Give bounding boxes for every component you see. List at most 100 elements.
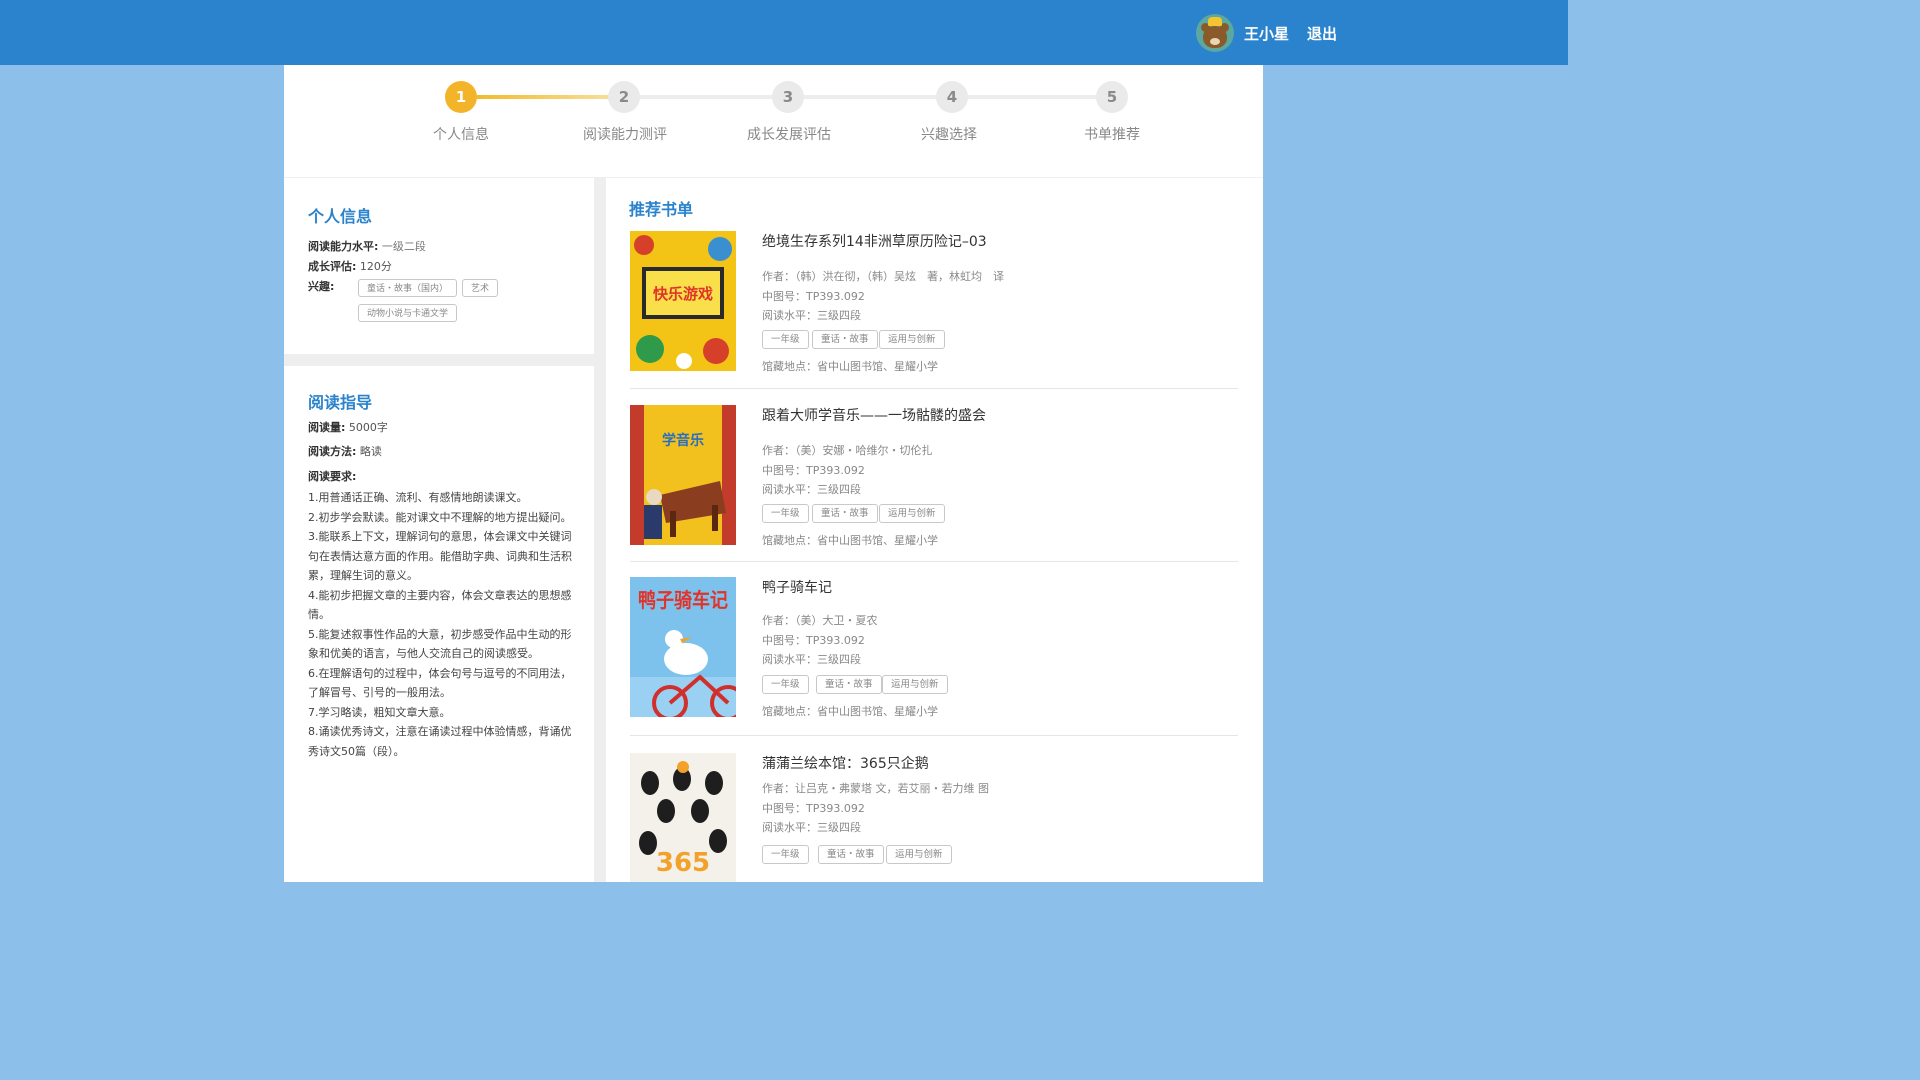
- book-cover-art: 鸭子骑车记: [630, 577, 736, 717]
- requirement-item: 1.用普通话正确、流利、有感情地朗读课文。: [308, 491, 528, 504]
- book-item[interactable]: 鸭子骑车记 鸭子骑车记 作者：（美）大卫・夏农 中图号：TP393.092 阅读…: [630, 577, 1240, 737]
- step-4-label: 兴趣选择: [921, 127, 977, 143]
- reading-requirements-header: 阅读要求:: [308, 468, 356, 484]
- requirement-item: 8.诵读优秀诗文，注意在诵读过程中体验情感，背诵优秀诗文50篇（段）。: [308, 725, 572, 758]
- book-author: 作者：（美）大卫・夏农: [762, 614, 878, 627]
- book-clc: 中图号：TP393.092: [762, 634, 865, 647]
- book-location: 馆藏地点：省中山图书馆、星耀小学: [762, 705, 938, 718]
- book-cover[interactable]: 365: [630, 753, 736, 882]
- book-author: 作者：让吕克・弗蒙塔 文，若艾丽・若力维 图: [762, 782, 989, 795]
- main-card: 1 2 3 4 5 个人信息 阅读能力测评 成长发展评估 兴趣选择 书单推荐 个…: [284, 65, 1263, 882]
- step-1-circle[interactable]: 1: [445, 81, 477, 113]
- book-author: 作者：（韩）洪在彻，（韩）吴炫 著，林虹均 译: [762, 270, 1004, 283]
- reading-requirements-list: 1.用普通话正确、流利、有感情地朗读课文。 2.初步学会默读。能对课文中不理解的…: [308, 488, 572, 761]
- reading-level-label: 阅读能力水平:: [308, 240, 379, 253]
- book-cover-title: 快乐游戏: [653, 285, 713, 303]
- book-level: 阅读水平：三级四段: [762, 483, 861, 496]
- book-clc: 中图号：TP393.092: [762, 802, 865, 815]
- book-clc: 中图号：TP393.092: [762, 290, 865, 303]
- book-location: 馆藏地点：省中山图书馆、星耀小学: [762, 534, 938, 547]
- reading-method-value: 略读: [359, 445, 382, 458]
- book-level: 阅读水平：三级四段: [762, 309, 861, 322]
- requirement-item: 2.初步学会默读。能对课文中不理解的地方提出疑问。: [308, 510, 572, 524]
- book-title[interactable]: 蒲蒲兰绘本馆：365只企鹅: [762, 753, 929, 773]
- reading-amount: 阅读量: 5000字: [308, 419, 388, 435]
- book-separator: [630, 388, 1238, 389]
- book-tag: 一年级: [762, 504, 809, 523]
- step-5-circle[interactable]: 5: [1096, 81, 1128, 113]
- reading-method: 阅读方法: 略读: [308, 443, 382, 459]
- requirement-item: 6.在理解语句的过程中，体会句号与逗号的不同用法，了解冒号、引号的一般用法。: [308, 666, 572, 700]
- step-4-circle[interactable]: 4: [936, 81, 968, 113]
- logout-button[interactable]: 退出: [1307, 23, 1337, 44]
- reading-amount-label: 阅读量:: [308, 421, 346, 434]
- book-author: 作者：（美）安娜・哈维尔・切伦扎: [762, 444, 933, 457]
- profile-title: 个人信息: [308, 207, 373, 226]
- interest-tag: 艺术: [462, 279, 499, 297]
- book-tag: 童话・故事: [816, 675, 882, 694]
- interest-tag: 童话・故事（国内）: [358, 279, 458, 297]
- book-cover[interactable]: 快乐游戏: [630, 231, 736, 371]
- book-cover-title: 365: [656, 848, 710, 878]
- reading-level: 阅读能力水平: 一级二段: [308, 238, 426, 254]
- header-divider: [284, 177, 1263, 178]
- book-level: 阅读水平：三级四段: [762, 821, 861, 834]
- book-cover-art: 365: [630, 753, 736, 882]
- user-menu: 王小星 退出: [1196, 13, 1337, 53]
- requirement-item: 4.能初步把握文章的主要内容，体会文章表达的思想感情。: [308, 588, 572, 622]
- interest-label: 兴趣:: [308, 280, 335, 293]
- avatar[interactable]: [1196, 14, 1234, 52]
- step-5-label: 书单推荐: [1084, 127, 1140, 143]
- book-tag: 一年级: [762, 845, 809, 864]
- book-title[interactable]: 鸭子骑车记: [762, 577, 832, 597]
- step-3-circle[interactable]: 3: [772, 81, 804, 113]
- column-divider: [594, 178, 606, 882]
- step-2-circle[interactable]: 2: [608, 81, 640, 113]
- book-tag: 一年级: [762, 330, 809, 349]
- progress-stepper: 1 2 3 4 5 个人信息 阅读能力测评 成长发展评估 兴趣选择 书单推荐: [284, 65, 1263, 177]
- panel-gap: [284, 354, 594, 366]
- reading-requirements-label: 阅读要求:: [308, 470, 357, 483]
- step-2-label: 阅读能力测评: [583, 127, 667, 143]
- growth-score: 成长评估: 120分: [308, 258, 392, 274]
- book-item[interactable]: 学音乐 跟着大师学音乐——一场骷髅的盛会 作者：（美）安娜・哈维尔・切伦扎 中图…: [630, 405, 1240, 565]
- book-level: 阅读水平：三级四段: [762, 653, 861, 666]
- requirement-item: 3.能联系上下文，理解词句的意思，体会课文中关键词句在表情达意方面的作用。能借助…: [308, 530, 572, 582]
- book-separator: [630, 735, 1238, 736]
- guide-title: 阅读指导: [308, 393, 373, 412]
- user-name[interactable]: 王小星: [1244, 23, 1289, 44]
- book-tag: 运用与创新: [879, 504, 945, 523]
- step-3-label: 成长发展评估: [747, 127, 831, 143]
- book-tag: 一年级: [762, 675, 809, 694]
- book-item[interactable]: 快乐游戏 绝境生存系列14非洲草原历险记–03 作者：（韩）洪在彻，（韩）吴炫 …: [630, 231, 1240, 391]
- book-tag: 童话・故事: [812, 504, 878, 523]
- book-tag: 童话・故事: [818, 845, 884, 864]
- book-clc: 中图号：TP393.092: [762, 464, 865, 477]
- book-list-title: 推荐书单: [629, 200, 694, 219]
- requirement-item: 5.能复述叙事性作品的大意，初步感受作品中生动的形象和优美的语言，与他人交流自己…: [308, 627, 572, 661]
- top-bar: 王小星 退出: [0, 0, 1568, 65]
- growth-score-label: 成长评估:: [308, 260, 357, 273]
- step-connector: [967, 95, 1112, 99]
- interest-label-row: 兴趣:: [308, 278, 334, 294]
- reading-amount-value: 5000字: [348, 421, 388, 434]
- book-location: 馆藏地点：省中山图书馆、星耀小学: [762, 360, 938, 373]
- reading-level-value: 一级二段: [381, 240, 426, 253]
- book-title[interactable]: 绝境生存系列14非洲草原历险记–03: [762, 231, 987, 251]
- book-cover-title: 鸭子骑车记: [638, 588, 728, 612]
- reading-method-label: 阅读方法:: [308, 445, 357, 458]
- interest-tag: 动物小说与卡通文学: [358, 304, 458, 322]
- book-tag: 运用与创新: [879, 330, 945, 349]
- book-cover-title: 学音乐: [662, 432, 704, 449]
- book-title[interactable]: 跟着大师学音乐——一场骷髅的盛会: [762, 405, 986, 425]
- book-tag: 运用与创新: [882, 675, 948, 694]
- book-cover-art: 学音乐: [630, 405, 736, 545]
- book-cover-art: 快乐游戏: [630, 231, 736, 371]
- requirement-item: 7.学习略读，粗知文章大意。: [308, 705, 451, 719]
- book-separator: [630, 561, 1238, 562]
- book-tag: 运用与创新: [886, 845, 952, 864]
- book-tag: 童话・故事: [812, 330, 878, 349]
- book-cover[interactable]: 鸭子骑车记: [630, 577, 736, 717]
- book-cover[interactable]: 学音乐: [630, 405, 736, 545]
- book-item[interactable]: 365 蒲蒲兰绘本馆：365只企鹅 作者：让吕克・弗蒙塔 文，若艾丽・若力维 图…: [630, 753, 1240, 893]
